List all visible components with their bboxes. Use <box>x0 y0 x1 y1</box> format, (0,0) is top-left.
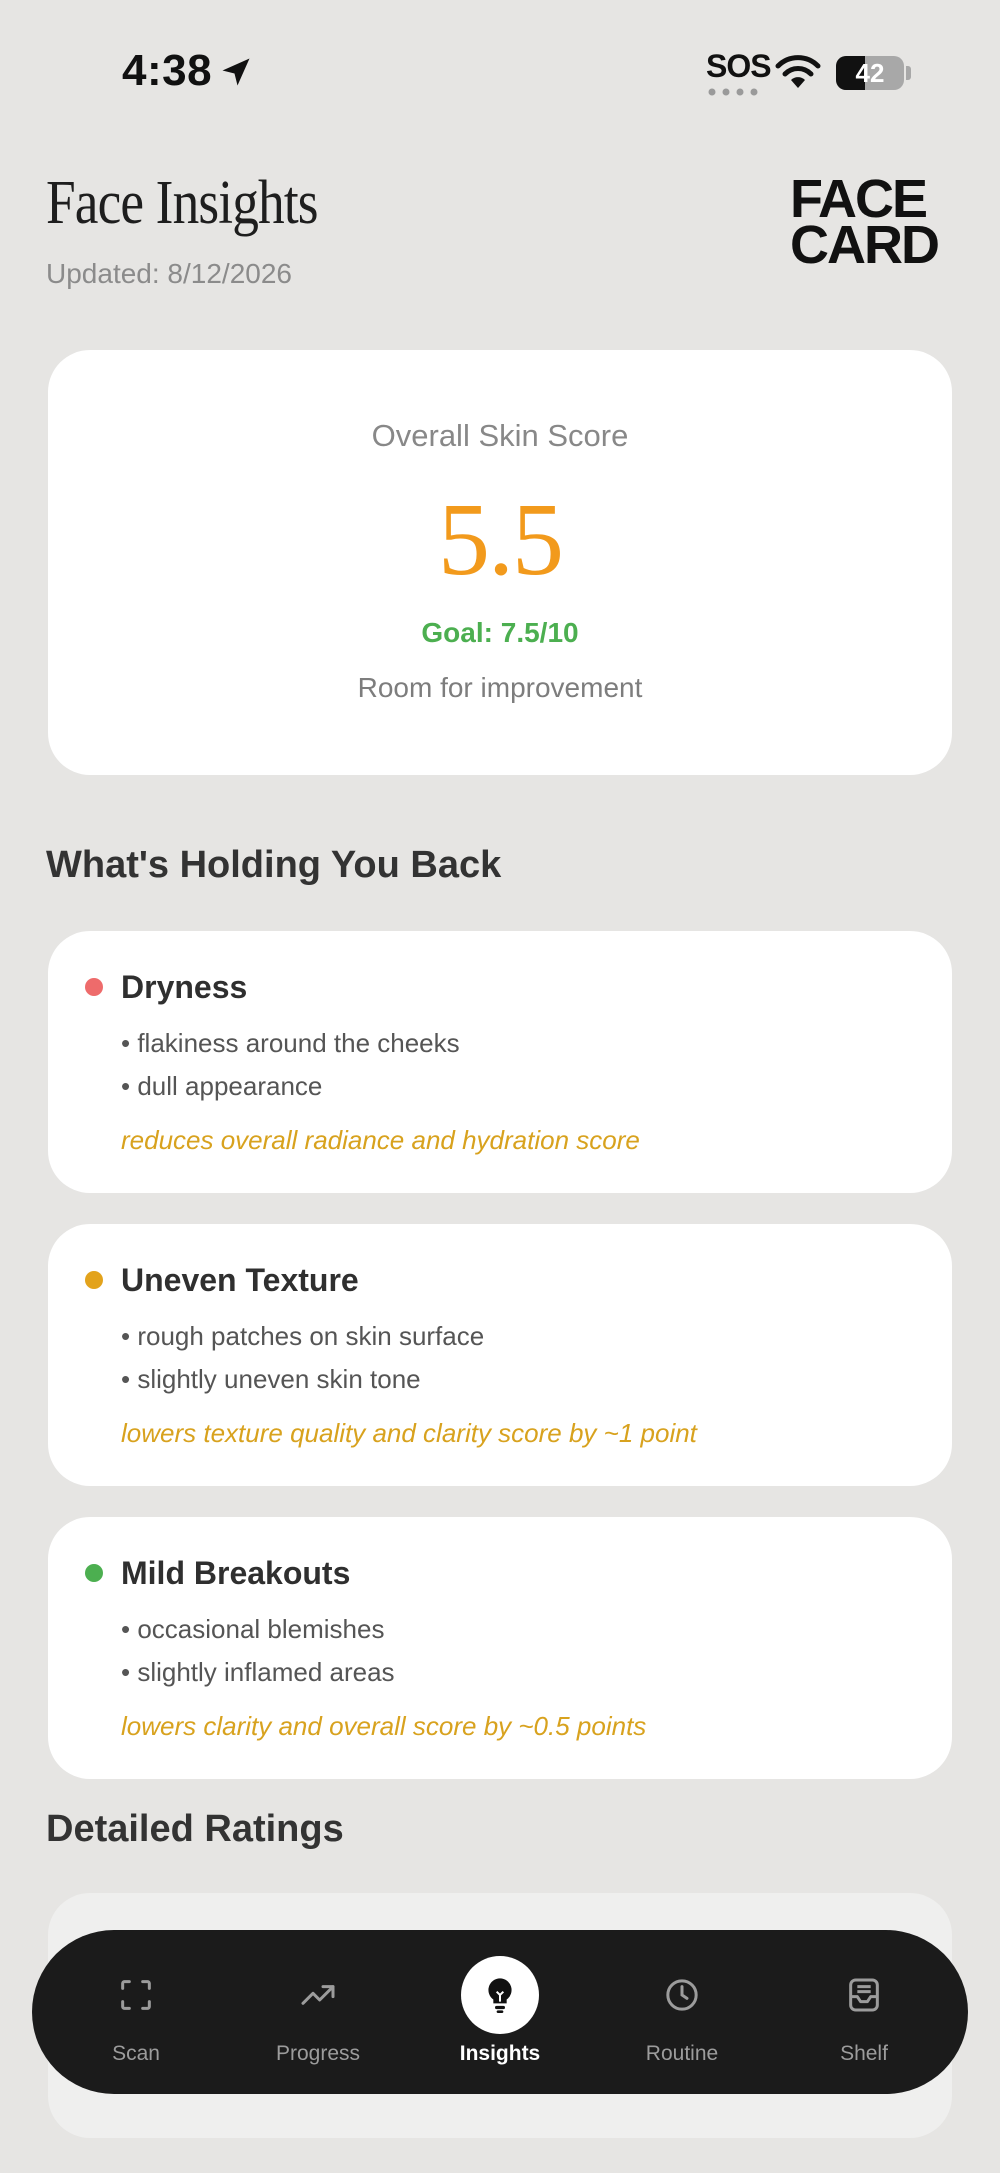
tab-label: Insights <box>459 2042 541 2065</box>
lightbulb-icon <box>461 1956 539 2034</box>
tab-label: Routine <box>645 2042 719 2065</box>
issue-bullet: • flakiness around the cheeks <box>121 1028 460 1058</box>
facecard-logo: FACE CARD <box>790 172 940 275</box>
issue-title: Dryness <box>121 969 248 1005</box>
issue-title: Uneven Texture <box>121 1262 359 1298</box>
issue-impact: lowers texture quality and clarity score… <box>121 1418 697 1448</box>
signal-dots-icon <box>708 88 758 96</box>
score-label: Overall Skin Score <box>371 418 629 453</box>
page-title: Face Insights <box>46 169 319 237</box>
score-goal: Goal: 7.5/10 <box>421 617 579 648</box>
status-time: 4:38 <box>122 46 213 95</box>
status-bar: 4:38 SOS 42 <box>0 0 1000 140</box>
trend-icon <box>279 1956 357 2034</box>
tab-label: Shelf <box>840 2042 888 2065</box>
tab-progress[interactable]: Progress <box>243 1930 393 2094</box>
tray-icon <box>825 1956 903 2034</box>
issue-bullet: • slightly inflamed areas <box>121 1657 395 1687</box>
score-value: 5.5 <box>438 482 564 597</box>
battery-icon: 42 <box>836 56 904 90</box>
issue-bullet: • slightly uneven skin tone <box>121 1364 421 1394</box>
issue-bullet: • occasional blemishes <box>121 1614 385 1644</box>
issue-card-dryness[interactable]: Dryness • flakiness around the cheeks • … <box>48 931 952 1193</box>
issue-bullet: • rough patches on skin surface <box>121 1321 485 1351</box>
battery-level: 42 <box>855 58 885 88</box>
severity-dot <box>85 978 103 996</box>
tab-shelf[interactable]: Shelf <box>789 1930 939 2094</box>
clock-icon <box>643 1956 721 2034</box>
status-carrier: SOS <box>706 48 772 84</box>
issue-impact: lowers clarity and overall score by ~0.5… <box>121 1711 647 1741</box>
wifi-icon <box>775 55 821 88</box>
tab-label: Scan <box>112 2042 160 2065</box>
battery-tip <box>906 66 911 80</box>
scan-icon <box>97 1956 175 2034</box>
score-note: Room for improvement <box>357 672 643 703</box>
updated-date: Updated: 8/12/2026 <box>46 258 292 289</box>
logo-line-2: CARD <box>790 215 940 275</box>
bottom-tab-bar: Scan Progress Insights Routine Shelf <box>32 1930 968 2094</box>
holding-back-title: What's Holding You Back <box>46 844 502 886</box>
location-arrow-icon <box>222 58 250 86</box>
issue-card-uneven-texture[interactable]: Uneven Texture • rough patches on skin s… <box>48 1224 952 1486</box>
severity-dot <box>85 1271 103 1289</box>
detailed-ratings-title: Detailed Ratings <box>46 1808 344 1850</box>
tab-routine[interactable]: Routine <box>607 1930 757 2094</box>
issue-impact: reduces overall radiance and hydration s… <box>121 1125 640 1155</box>
skin-score-card: Overall Skin Score 5.5 Goal: 7.5/10 Room… <box>48 350 952 775</box>
severity-dot <box>85 1564 103 1582</box>
issue-title: Mild Breakouts <box>121 1555 351 1591</box>
issue-bullet: • dull appearance <box>121 1071 323 1101</box>
issue-card-mild-breakouts[interactable]: Mild Breakouts • occasional blemishes • … <box>48 1517 952 1779</box>
tab-label: Progress <box>275 2042 361 2065</box>
tab-insights[interactable]: Insights <box>425 1930 575 2094</box>
tab-scan[interactable]: Scan <box>61 1930 211 2094</box>
